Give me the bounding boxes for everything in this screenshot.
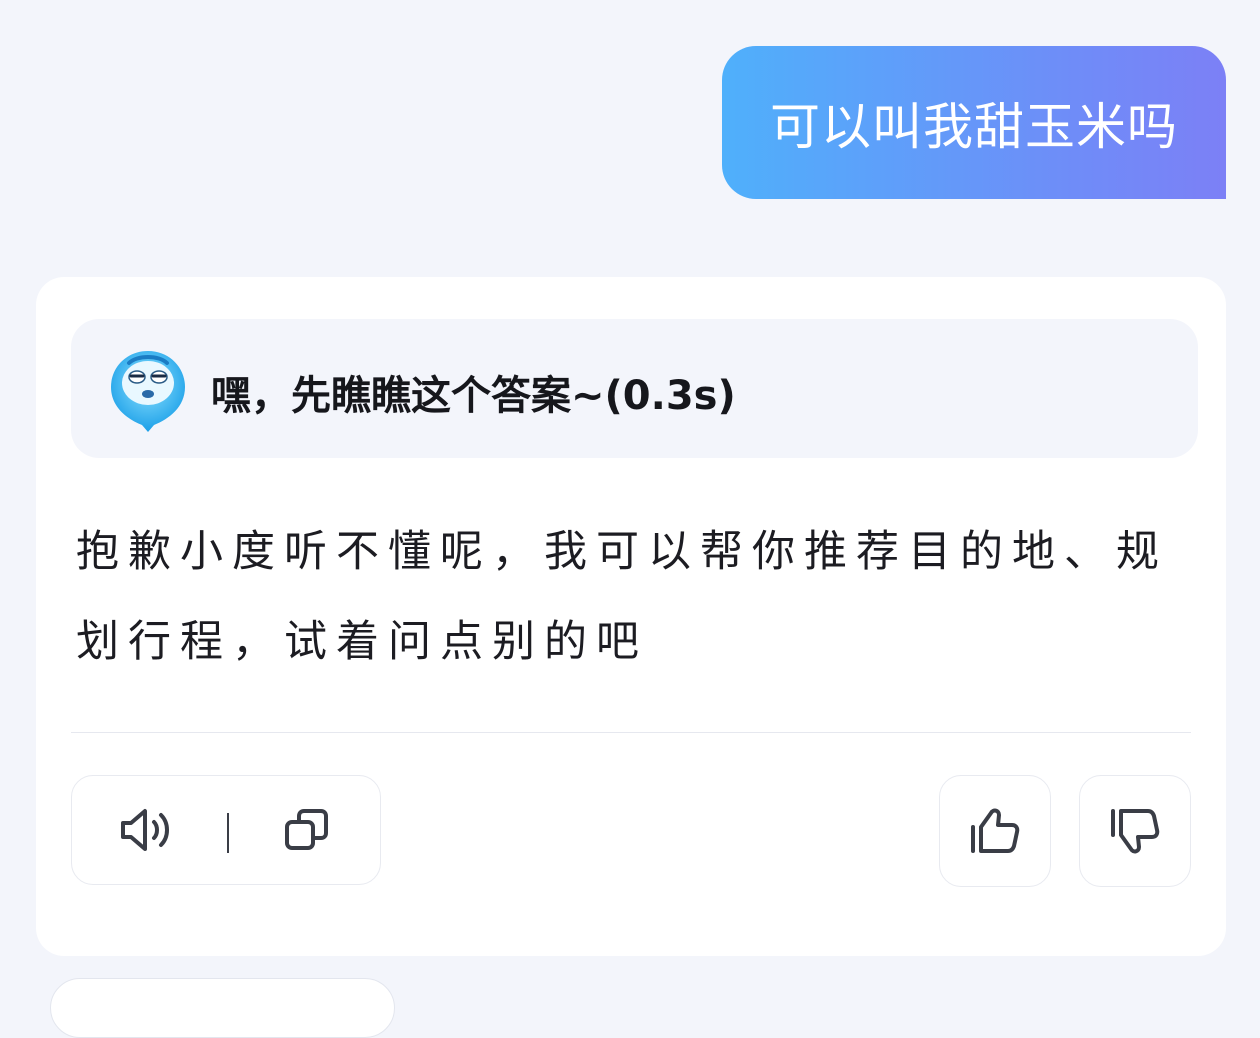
response-status-box: 嘿，先瞧瞧这个答案~(0.3s) <box>71 319 1198 458</box>
response-status-text: 嘿，先瞧瞧这个答案~(0.3s) <box>211 373 736 419</box>
copy-icon <box>285 809 328 850</box>
thumbs-down-icon <box>1111 809 1160 854</box>
speaker-icon <box>121 809 169 851</box>
action-separator <box>227 813 229 853</box>
suggestion-chip[interactable] <box>50 978 395 1038</box>
dislike-button[interactable] <box>1079 775 1191 887</box>
copy-button[interactable] <box>272 798 342 862</box>
read-aloud-button[interactable] <box>112 798 182 862</box>
divider <box>71 732 1191 733</box>
user-message-text: 可以叫我甜玉米吗 <box>770 97 1178 156</box>
thumbs-up-icon <box>971 808 1020 853</box>
mascot-avatar-icon <box>111 351 185 432</box>
assistant-answer-text: 抱歉小度听不懂呢，我可以帮你推荐目的地、规划行程，试着问点别的吧 <box>76 527 1168 667</box>
assistant-reply-card: 嘿，先瞧瞧这个答案~(0.3s) 抱歉小度听不懂呢，我可以帮你推荐目的地、规划行… <box>36 277 1226 956</box>
user-message-bubble: 可以叫我甜玉米吗 <box>722 46 1226 199</box>
like-button[interactable] <box>939 775 1051 887</box>
answer-action-group <box>71 775 381 885</box>
